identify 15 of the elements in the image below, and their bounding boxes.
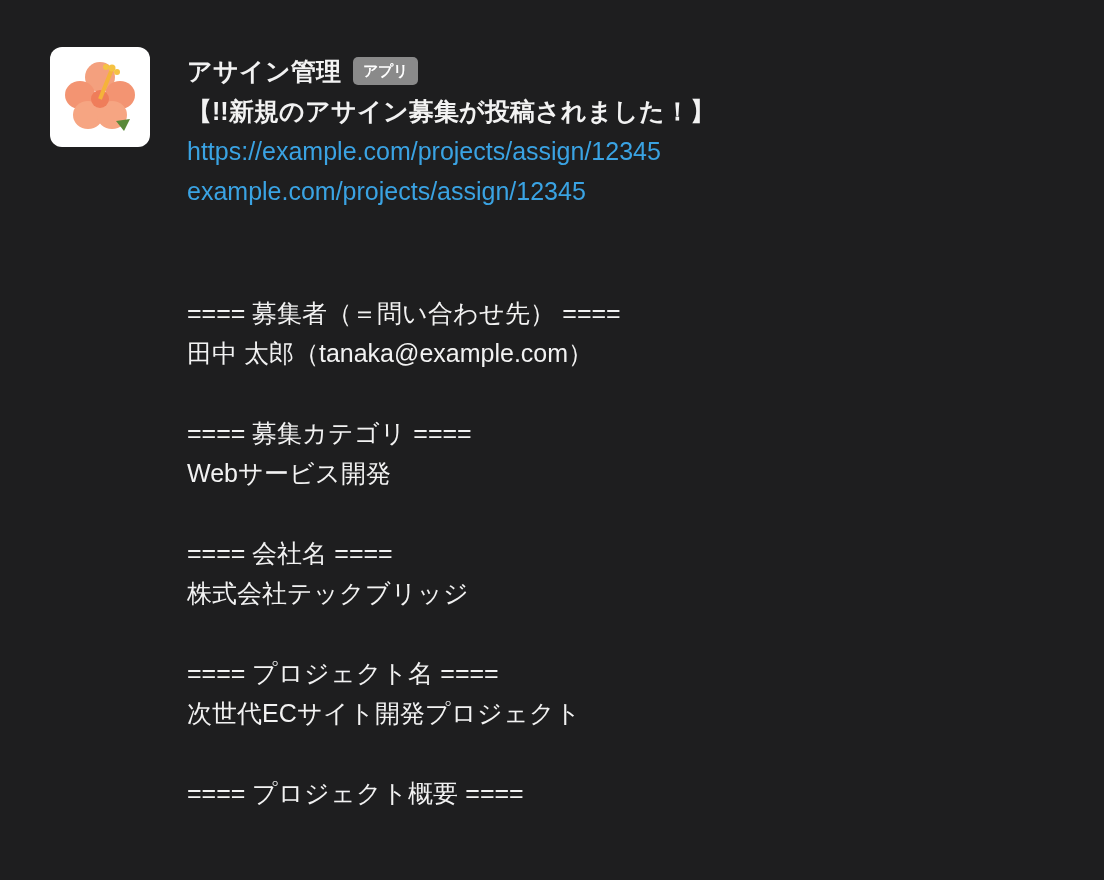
section-value: 次世代ECサイト開発プロジェクト bbox=[187, 698, 582, 729]
app-avatar[interactable] bbox=[50, 47, 150, 147]
section-heading: ==== 会社名 ==== bbox=[187, 538, 394, 569]
section-value: Webサービス開発 bbox=[187, 458, 392, 489]
section-heading: ==== 募集者（＝問い合わせ先） ==== bbox=[187, 298, 622, 329]
sender-name[interactable]: アサイン管理 bbox=[187, 51, 341, 91]
message-title: 【!!新規のアサイン募集が投稿されました！】 bbox=[187, 96, 715, 127]
app-badge: アプリ bbox=[353, 57, 418, 85]
section-value: 株式会社テックブリッジ bbox=[187, 578, 470, 609]
section-heading: ==== 募集カテゴリ ==== bbox=[187, 418, 473, 449]
section-heading: ==== プロジェクト名 ==== bbox=[187, 658, 500, 689]
section-value: 田中 太郎（tanaka@example.com） bbox=[187, 338, 595, 369]
url-link[interactable]: https://example.com/projects/assign/12345 bbox=[187, 131, 715, 171]
section-heading: ==== プロジェクト概要 ==== bbox=[187, 778, 525, 809]
url-link[interactable]: example.com/projects/assign/12345 bbox=[187, 171, 715, 211]
